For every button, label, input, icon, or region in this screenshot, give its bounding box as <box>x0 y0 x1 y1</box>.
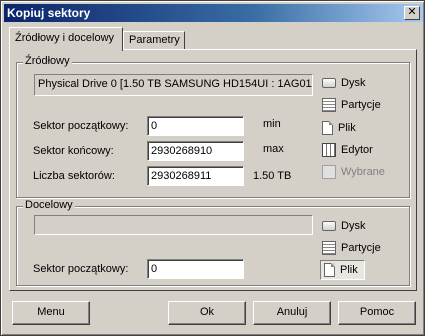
ok-button[interactable]: Ok <box>168 301 246 325</box>
end-sector-input[interactable]: 2930268910 <box>147 141 244 161</box>
sector-count-input[interactable]: 2930268911 <box>147 166 244 186</box>
source-option-editor[interactable]: Edytor <box>322 140 373 160</box>
sector-count-size: 1.50 TB <box>253 170 292 182</box>
target-option-file-label: Plik <box>340 264 358 276</box>
source-option-disk[interactable]: Dysk <box>322 73 365 93</box>
disk-icon <box>322 221 336 231</box>
target-group-label: Docelowy <box>23 199 75 211</box>
target-start-sector-input[interactable]: 0 <box>147 259 244 279</box>
source-group-label: Źródłowy <box>23 55 72 67</box>
target-option-partitions-label: Partycje <box>341 242 381 254</box>
copy-sectors-dialog: Kopiuj sektory ✕ Źródłowy i docelowy Par… <box>0 0 425 336</box>
start-sector-label: Sektor początkowy: <box>33 120 129 132</box>
window-title: Kopiuj sektory <box>7 6 91 20</box>
end-sector-label: Sektor końcowy: <box>33 145 114 157</box>
source-option-editor-label: Edytor <box>341 144 373 156</box>
target-option-partitions[interactable]: Partycje <box>322 238 381 258</box>
editor-icon <box>322 143 336 157</box>
target-group: Docelowy Sektor początkowy: 0 Dysk Party… <box>16 199 410 286</box>
end-sector-suffix: max <box>263 143 284 155</box>
tab-parameters[interactable]: Parametry <box>123 31 185 49</box>
start-sector-suffix: min <box>263 118 281 130</box>
help-button[interactable]: Pomoc <box>338 301 416 325</box>
source-option-file-label: Plik <box>338 122 356 134</box>
source-option-partitions-label: Partycje <box>341 99 381 111</box>
partitions-icon <box>322 98 336 112</box>
file-icon <box>322 121 333 135</box>
target-option-file[interactable]: Plik <box>320 260 365 280</box>
cancel-button[interactable]: Anuluj <box>253 301 331 325</box>
source-option-selected: Wybrane <box>322 162 385 182</box>
close-button[interactable]: ✕ <box>404 6 420 20</box>
menu-button[interactable]: Menu <box>12 301 90 325</box>
source-option-selected-label: Wybrane <box>341 166 385 178</box>
source-option-file[interactable]: Plik <box>322 118 356 138</box>
source-option-partitions[interactable]: Partycje <box>322 95 381 115</box>
sector-count-label: Liczba sektorów: <box>33 170 115 182</box>
target-option-disk-label: Dysk <box>341 220 366 232</box>
tab-panel: Źródłowy Physical Drive 0 [1.50 TB SAMSU… <box>9 49 417 291</box>
title-bar[interactable]: Kopiuj sektory ✕ <box>4 4 423 22</box>
source-drive-display: Physical Drive 0 [1.50 TB SAMSUNG HD154U… <box>34 74 313 96</box>
disk-icon <box>322 78 336 88</box>
file-icon <box>324 263 335 277</box>
partitions-icon <box>322 241 336 255</box>
selected-icon <box>322 165 336 179</box>
start-sector-input[interactable]: 0 <box>147 116 244 136</box>
source-group: Źródłowy Physical Drive 0 [1.50 TB SAMSU… <box>16 55 410 198</box>
target-start-sector-label: Sektor początkowy: <box>33 263 129 275</box>
source-option-disk-label: Dysk <box>341 77 366 89</box>
target-drive-display <box>34 215 313 235</box>
tab-source-target[interactable]: Źródłowy i docelowy <box>9 27 123 51</box>
target-option-disk[interactable]: Dysk <box>322 216 365 236</box>
